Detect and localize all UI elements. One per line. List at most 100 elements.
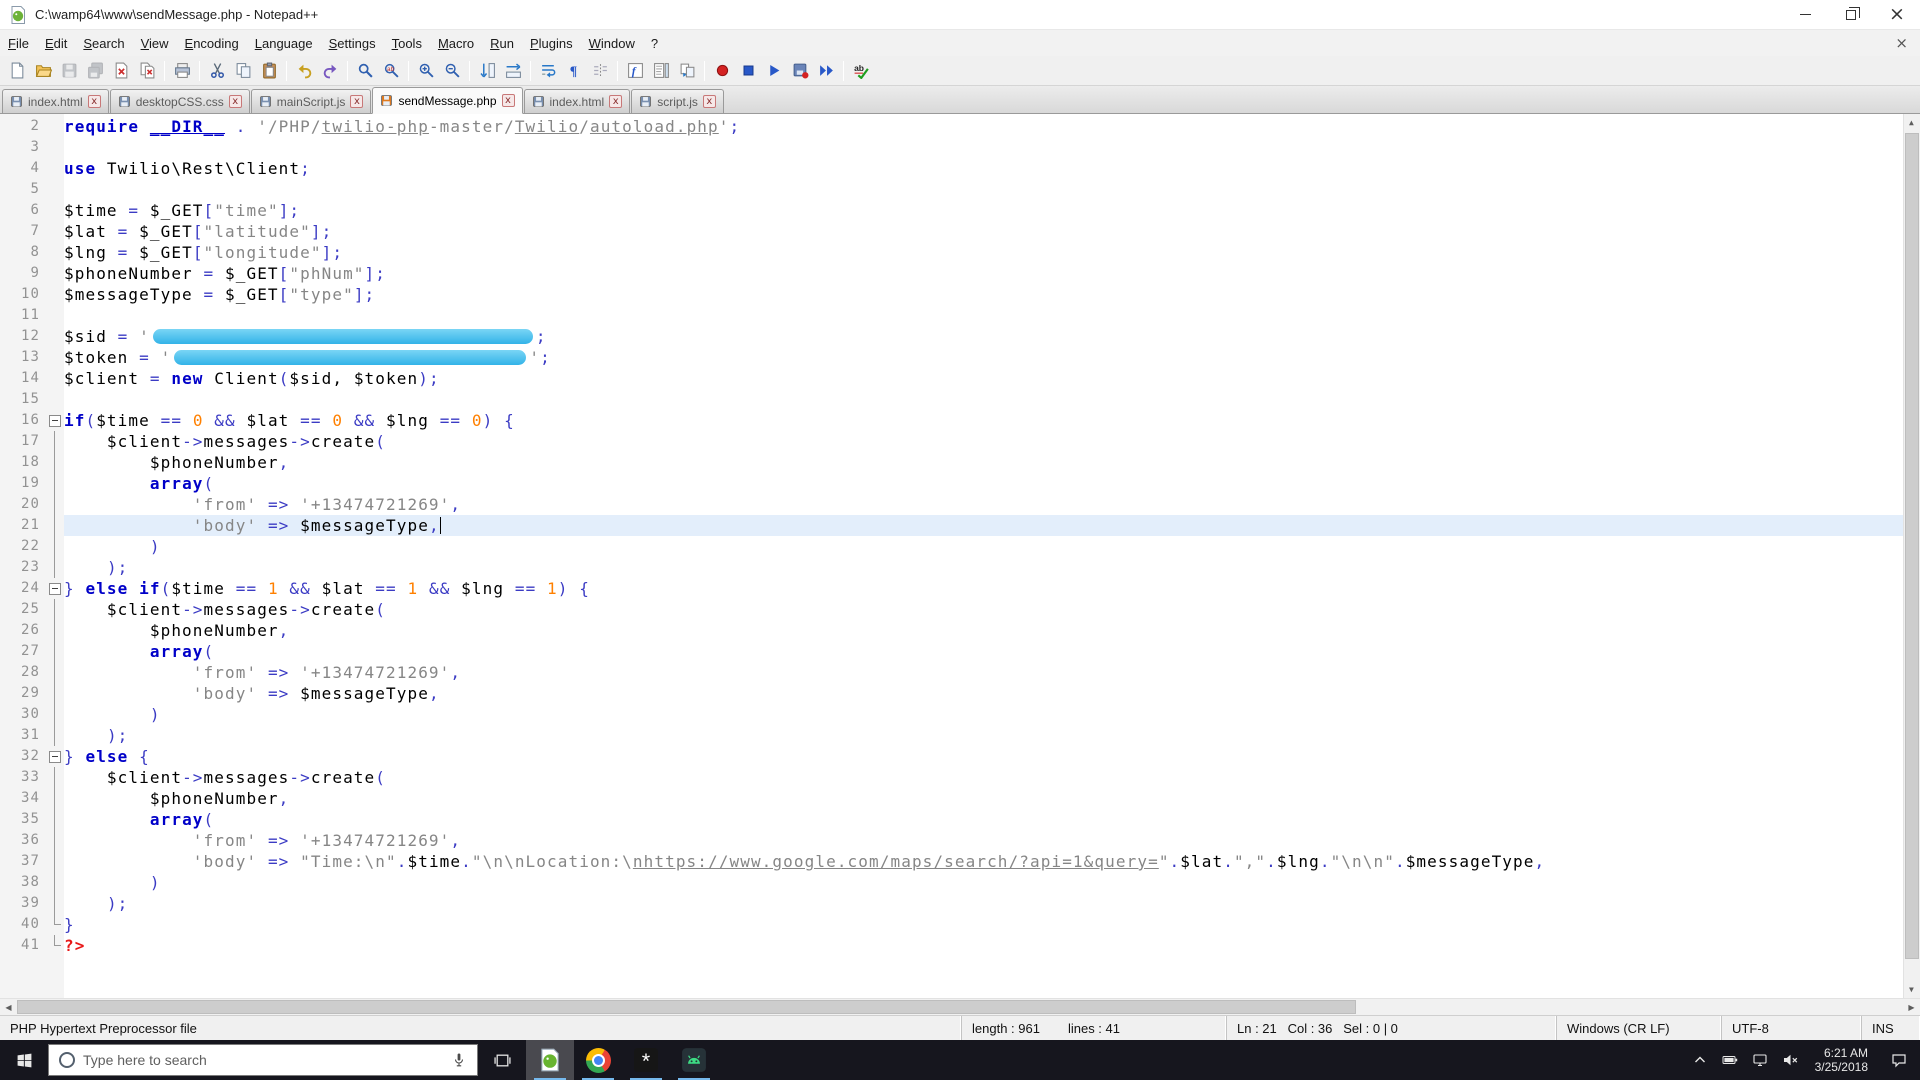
tab-close-icon[interactable]: x: [501, 94, 515, 107]
taskbar-clock[interactable]: 6:21 AM 3/25/2018: [1805, 1046, 1878, 1074]
sync-horizontal-scroll-button[interactable]: [500, 58, 526, 83]
close-all-files-button[interactable]: [134, 58, 160, 83]
code-text[interactable]: 'from' => '+13474721269',: [64, 662, 1903, 683]
fold-collapse-icon[interactable]: [46, 746, 64, 767]
code-text[interactable]: $client = new Client($sid, $token);: [64, 368, 1903, 389]
menu-edit[interactable]: Edit: [37, 32, 75, 55]
tab-close-icon[interactable]: x: [350, 95, 364, 108]
horizontal-scroll-thumb[interactable]: [17, 1000, 1357, 1014]
tab-close-icon[interactable]: x: [87, 95, 101, 108]
word-wrap-button[interactable]: [535, 58, 561, 83]
tab-desktopCSS.css[interactable]: desktopCSS.css x: [109, 89, 250, 113]
minimize-button[interactable]: [1782, 0, 1828, 29]
show-indent-guide-button[interactable]: [587, 58, 613, 83]
volume-muted-icon[interactable]: [1775, 1040, 1805, 1080]
code-text[interactable]: ): [64, 704, 1903, 725]
network-icon[interactable]: [1745, 1040, 1775, 1080]
code-text[interactable]: $phoneNumber,: [64, 452, 1903, 473]
horizontal-scroll-track[interactable]: [17, 999, 1903, 1015]
code-text[interactable]: $lng = $_GET["longitude"];: [64, 242, 1903, 263]
code-text[interactable]: $phoneNumber,: [64, 788, 1903, 809]
macro-run-multiple-button[interactable]: [813, 58, 839, 83]
start-button[interactable]: [0, 1040, 48, 1080]
vertical-scrollbar[interactable]: ▲ ▼: [1903, 114, 1920, 998]
code-text[interactable]: array(: [64, 809, 1903, 830]
code-text[interactable]: $token = ' ';: [64, 347, 1903, 368]
fold-collapse-icon[interactable]: [46, 578, 64, 599]
menu-tools[interactable]: Tools: [384, 32, 430, 55]
scroll-down-arrow[interactable]: ▼: [1904, 981, 1920, 998]
menu-window[interactable]: Window: [581, 32, 643, 55]
code-text[interactable]: } else {: [64, 746, 1903, 767]
battery-icon[interactable]: [1715, 1040, 1745, 1080]
menu-view[interactable]: View: [133, 32, 177, 55]
menubar-close-icon[interactable]: ×: [1883, 34, 1920, 52]
code-text[interactable]: );: [64, 893, 1903, 914]
menu-search[interactable]: Search: [75, 32, 132, 55]
tab-index.html[interactable]: index.html x: [523, 89, 631, 113]
tab-close-icon[interactable]: x: [228, 95, 242, 108]
paste-button[interactable]: [256, 58, 282, 83]
code-text[interactable]: 'from' => '+13474721269',: [64, 494, 1903, 515]
code-text[interactable]: );: [64, 557, 1903, 578]
menu-macro[interactable]: Macro: [430, 32, 482, 55]
code-text[interactable]: 'body' => $messageType,: [64, 683, 1903, 704]
code-text[interactable]: ): [64, 536, 1903, 557]
tab-sendMessage.php-active[interactable]: sendMessage.php x: [372, 87, 523, 114]
code-text[interactable]: if($time == 0 && $lat == 0 && $lng == 0)…: [64, 410, 1903, 431]
menu-settings[interactable]: Settings: [321, 32, 384, 55]
tab-mainScript.js[interactable]: mainScript.js x: [250, 89, 372, 113]
open-folder-button[interactable]: [30, 58, 56, 83]
code-text[interactable]: [64, 179, 1903, 200]
code-text[interactable]: } else if($time == 1 && $lat == 1 && $ln…: [64, 578, 1903, 599]
menu-help[interactable]: ?: [643, 32, 666, 55]
menu-file[interactable]: File: [0, 32, 37, 55]
code-text[interactable]: );: [64, 725, 1903, 746]
zoom-out-button[interactable]: [439, 58, 465, 83]
close-file-button[interactable]: [108, 58, 134, 83]
macro-record-button[interactable]: [709, 58, 735, 83]
spell-check-button[interactable]: ab: [848, 58, 874, 83]
show-all-characters-button[interactable]: ¶: [561, 58, 587, 83]
code-text[interactable]: 'from' => '+13474721269',: [64, 830, 1903, 851]
code-text[interactable]: $phoneNumber,: [64, 620, 1903, 641]
restore-button[interactable]: [1828, 0, 1874, 29]
code-text[interactable]: $messageType = $_GET["type"];: [64, 284, 1903, 305]
taskbar-app-notepad-plus-plus[interactable]: [526, 1040, 574, 1080]
menu-language[interactable]: Language: [247, 32, 321, 55]
code-text[interactable]: 'body' => $messageType,: [64, 515, 1903, 536]
copy-button[interactable]: [230, 58, 256, 83]
taskbar-app-android-emulator[interactable]: [670, 1040, 718, 1080]
microphone-icon[interactable]: [451, 1052, 467, 1068]
macro-stop-button[interactable]: [735, 58, 761, 83]
code-text[interactable]: $client->messages->create(: [64, 767, 1903, 788]
task-view-button[interactable]: [478, 1040, 526, 1080]
code-text[interactable]: $client->messages->create(: [64, 599, 1903, 620]
close-button[interactable]: ×: [1874, 0, 1920, 29]
scroll-right-arrow[interactable]: ▶: [1903, 999, 1920, 1015]
zoom-in-button[interactable]: [413, 58, 439, 83]
code-text[interactable]: ?>: [64, 935, 1903, 956]
code-text[interactable]: [64, 389, 1903, 410]
macro-playback-button[interactable]: [761, 58, 787, 83]
tab-close-icon[interactable]: x: [609, 95, 623, 108]
action-center-icon[interactable]: [1878, 1040, 1920, 1080]
undo-button[interactable]: [291, 58, 317, 83]
redo-button[interactable]: [317, 58, 343, 83]
tab-index.html[interactable]: index.html x: [2, 89, 109, 113]
menu-plugins[interactable]: Plugins: [522, 32, 581, 55]
hidden-icons-chevron[interactable]: [1685, 1040, 1715, 1080]
code-text[interactable]: [64, 137, 1903, 158]
code-text[interactable]: ): [64, 872, 1903, 893]
sync-vertical-scroll-button[interactable]: [474, 58, 500, 83]
code-text[interactable]: $sid = ';: [64, 326, 1903, 347]
code-text[interactable]: 'body' => "Time:\n".$time."\n\nLocation:…: [64, 851, 1903, 872]
print-button[interactable]: [169, 58, 195, 83]
scroll-left-arrow[interactable]: ◀: [0, 999, 17, 1015]
taskbar-app-asterisk-app[interactable]: *: [622, 1040, 670, 1080]
document-map-button[interactable]: [648, 58, 674, 83]
code-text[interactable]: $lat = $_GET["latitude"];: [64, 221, 1903, 242]
new-file-button[interactable]: [4, 58, 30, 83]
code-text[interactable]: array(: [64, 641, 1903, 662]
code-text[interactable]: $client->messages->create(: [64, 431, 1903, 452]
